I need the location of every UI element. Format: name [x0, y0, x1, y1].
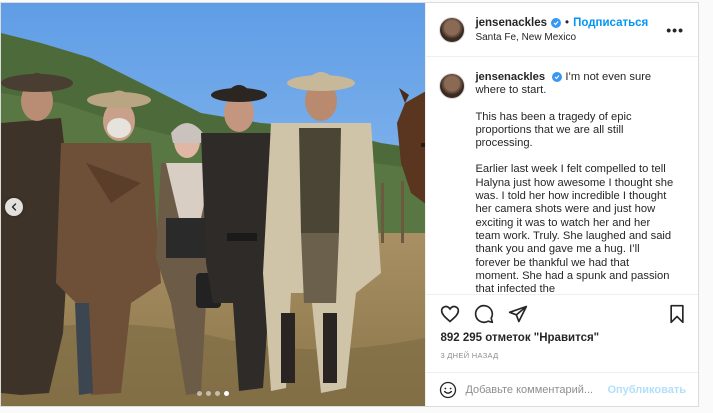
verified-badge-icon [551, 17, 562, 28]
avatar[interactable] [439, 16, 466, 43]
send-icon[interactable] [508, 304, 528, 324]
caption-paragraph: This has been a tragedy of epic proporti… [475, 110, 632, 150]
more-options-icon[interactable]: ••• [666, 22, 684, 38]
carousel-dot [215, 391, 221, 396]
comment-input[interactable] [465, 383, 608, 396]
carousel-dots [1, 391, 425, 396]
separator-dot: • [565, 16, 570, 29]
location-link[interactable]: Santa Fe, New Mexico [475, 32, 666, 43]
heart-icon[interactable] [440, 304, 460, 324]
comment-icon[interactable] [474, 304, 494, 324]
caption-area: jensenackles I’m not even sure where to … [426, 57, 698, 294]
username-link[interactable]: jensenackles [475, 17, 547, 29]
post-photo[interactable] [1, 3, 426, 406]
post-actions [426, 294, 698, 332]
emoji-icon[interactable] [439, 381, 457, 399]
post-side-panel: jensenackles • Подписаться Santa Fe, New… [425, 3, 698, 406]
carousel-dot-active [224, 391, 230, 396]
previous-slide-button[interactable] [5, 198, 23, 216]
photo-illustration [1, 3, 426, 406]
likes-count[interactable]: 892 295 отметок "Нравится" [426, 332, 698, 348]
chevron-left-icon [11, 203, 17, 211]
caption-first-paragraph: jensenackles I’m not even sure where to … [475, 71, 675, 98]
publish-button[interactable]: Опубликовать [607, 384, 686, 396]
carousel-dot [206, 391, 212, 396]
follow-button[interactable]: Подписаться [573, 17, 648, 29]
carousel-dot [197, 391, 203, 396]
verified-badge-icon [552, 72, 563, 82]
instagram-post: jensenackles • Подписаться Santa Fe, New… [0, 2, 699, 407]
post-timestamp[interactable]: 3 ДНЕЙ НАЗАД [426, 348, 698, 372]
caption-paragraph: Earlier last week I felt compelled to te… [475, 163, 674, 294]
avatar[interactable] [439, 73, 466, 99]
caption-username-link[interactable]: jensenackles [475, 71, 545, 83]
post-header: jensenackles • Подписаться Santa Fe, New… [426, 3, 698, 57]
post-header-row: jensenackles • Подписаться [475, 17, 666, 29]
caption-text: jensenackles I’m not even sure where to … [475, 71, 675, 294]
bookmark-icon[interactable] [668, 304, 686, 324]
comment-box: Опубликовать [426, 372, 698, 406]
caption-row: jensenackles I’m not even sure where to … [439, 71, 684, 294]
post-header-text: jensenackles • Подписаться Santa Fe, New… [475, 17, 666, 43]
